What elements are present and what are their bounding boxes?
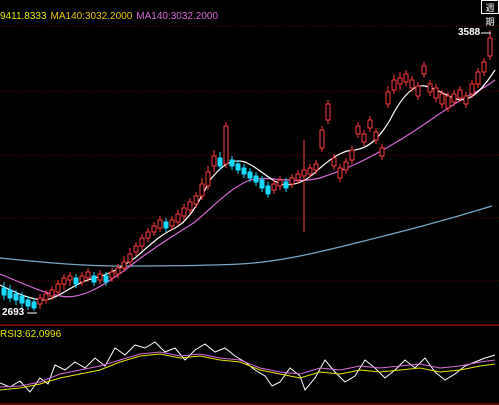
candle-body [121, 261, 127, 269]
rsi-line-white [0, 341, 496, 393]
candle-body [409, 79, 415, 89]
ma-fast-line [0, 69, 496, 301]
candle-body [289, 177, 295, 185]
candle-body [151, 225, 157, 233]
candle-body [391, 79, 397, 91]
candle-body [481, 61, 487, 73]
candle-body [427, 83, 433, 93]
candle-body [199, 183, 205, 197]
candle-body [37, 297, 43, 305]
candle-body [175, 213, 181, 223]
candle-body [337, 167, 343, 179]
candle-body [319, 129, 325, 149]
candle-body [67, 275, 73, 281]
candle-body [181, 207, 187, 217]
candle-body [331, 157, 337, 167]
rsi-legend: RSI3:62.0996 [0, 329, 61, 341]
candle-body [7, 289, 13, 299]
candle-body [163, 221, 169, 229]
candle-body [367, 119, 373, 129]
ma-legend: 9411.8333 MA140:3032.2000 MA140:3032.2000 [0, 11, 222, 23]
candle-body [421, 65, 427, 75]
candle-body [403, 73, 409, 83]
candle-body [313, 163, 319, 171]
candle-body [307, 167, 313, 175]
candle-body [451, 93, 457, 103]
candle-body [439, 93, 445, 105]
candle-body [31, 301, 37, 309]
candle-body [85, 271, 91, 279]
candle-body [301, 169, 307, 177]
candle-body [343, 161, 349, 171]
legend-ma-short: 9411.8333 [0, 11, 47, 22]
rsi-line-yellow [0, 353, 496, 391]
candle-body [487, 37, 493, 57]
candle-body [43, 293, 49, 301]
candle-body [463, 95, 469, 105]
candle-body [241, 167, 247, 175]
candle-body [247, 171, 253, 179]
candle-body [355, 125, 361, 135]
candle-body [259, 179, 265, 189]
candle-body [145, 231, 151, 239]
low-price-label: 2693 [2, 307, 25, 318]
rsi-value: RSI3:62.0996 [0, 329, 62, 340]
candle-body [25, 299, 31, 307]
candle-body [349, 149, 355, 161]
candle-body [103, 275, 109, 283]
candle-body [1, 287, 7, 296]
candle-body [433, 87, 439, 99]
candle-body [97, 273, 103, 281]
candle-body [229, 159, 235, 167]
candle-body [133, 245, 139, 253]
candle-body [283, 181, 289, 189]
candle-body [205, 171, 211, 187]
candle-body [397, 77, 403, 85]
period-button[interactable]: 週期 [481, 0, 499, 27]
candle-body [379, 147, 385, 157]
candle-body [265, 185, 271, 195]
candle-body [253, 175, 259, 183]
candle-body [271, 183, 277, 191]
candle-body [223, 125, 229, 165]
ma-long-line [0, 205, 493, 267]
candle-body [61, 277, 67, 285]
candle-body [457, 89, 463, 99]
candle-body [361, 133, 367, 143]
candle-body [415, 85, 421, 97]
candle-body [13, 293, 19, 301]
candle-body [169, 219, 175, 227]
candle-body [211, 155, 217, 167]
candle-body [217, 157, 223, 167]
candle-body [115, 267, 121, 275]
candle-body [445, 95, 451, 109]
candle-body [91, 275, 97, 283]
candle-body [127, 253, 133, 263]
candle-body [109, 271, 115, 279]
candle-body [373, 131, 379, 141]
high-price-label: 3588 [458, 27, 481, 38]
candle-body [139, 237, 145, 247]
legend-ma140-b: MA140:3032.2000 [136, 11, 218, 22]
candle-body [325, 103, 331, 121]
rsi-line-purple [0, 351, 496, 388]
legend-ma140-a: MA140:3032.2000 [50, 11, 133, 22]
candle-body [475, 71, 481, 85]
candle-body [49, 289, 55, 297]
candle-body [157, 219, 163, 229]
candle-body [19, 295, 25, 304]
candle-body [469, 83, 475, 95]
candle-body [385, 91, 391, 105]
candlesticks [1, 30, 493, 311]
candle-body [295, 173, 301, 181]
candle-body [193, 195, 199, 205]
candle-body [277, 179, 283, 187]
candle-body [235, 163, 241, 171]
kline-chart[interactable] [0, 0, 499, 405]
candle-body [187, 201, 193, 211]
candle-body [73, 277, 79, 285]
candle-body [55, 283, 61, 293]
candle-body [79, 275, 85, 283]
